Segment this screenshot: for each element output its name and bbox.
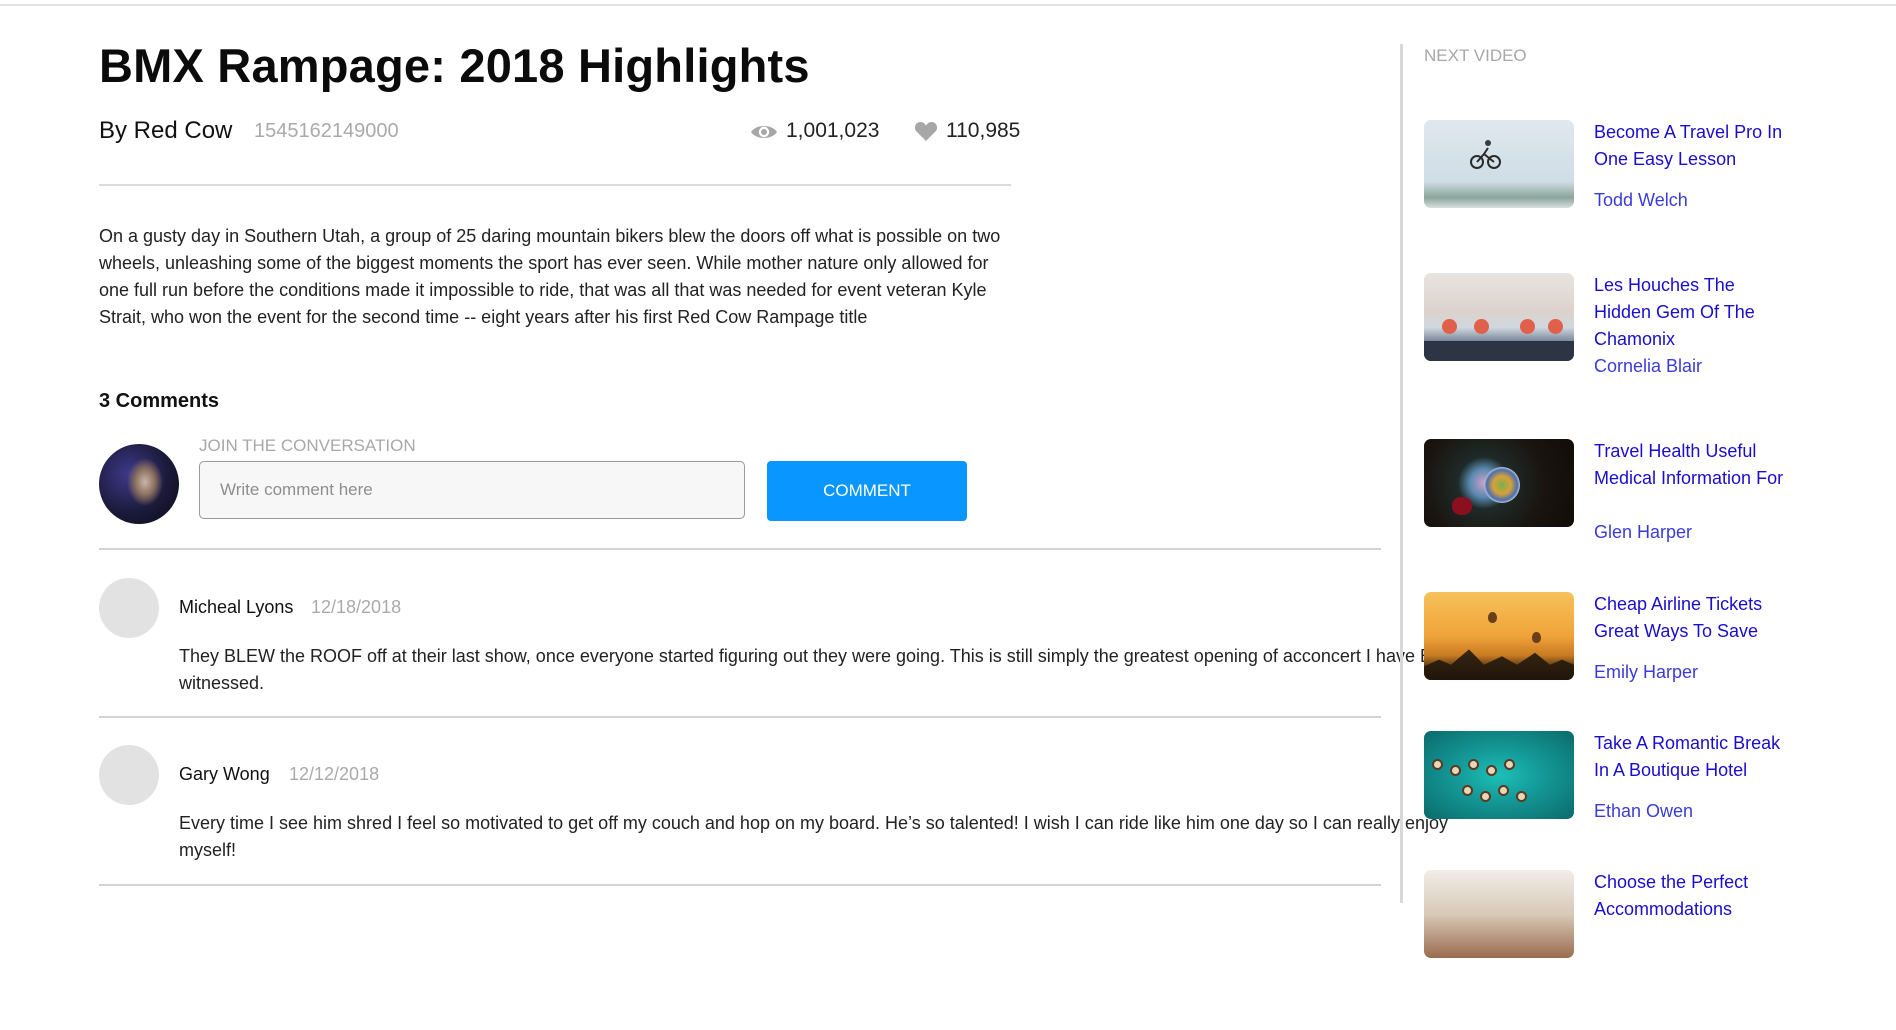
hut-shape xyxy=(1470,761,1477,768)
video-meta: By Red Cow 1545162149000 1,001,023 110,9… xyxy=(99,113,1020,149)
comment-text: Every time I see him shred I feel so mot… xyxy=(179,813,1448,860)
sidebar-divider xyxy=(1400,44,1403,903)
video-title: BMX Rampage: 2018 Highlights xyxy=(99,39,810,92)
views-stat: 1,001,023 xyxy=(750,119,879,143)
top-divider xyxy=(0,4,1896,6)
video-thumbnail[interactable] xyxy=(1424,273,1574,361)
next-video-author[interactable]: Ethan Owen xyxy=(1594,801,1693,822)
comment-author[interactable]: Gary Wong xyxy=(179,764,270,785)
comment-submit-button[interactable]: COMMENT xyxy=(767,461,967,521)
balloon-shape xyxy=(1488,612,1497,623)
lantern-shape xyxy=(1442,319,1457,334)
comment-item: Gary Wong 12/12/2018 Every time I see hi… xyxy=(99,745,1448,865)
video-thumbnail[interactable] xyxy=(1424,120,1574,208)
next-video-item[interactable]: Cheap Airline Tickets Great Ways To Save… xyxy=(1424,592,1864,752)
eye-icon xyxy=(751,126,777,138)
video-thumbnail[interactable] xyxy=(1424,731,1574,819)
next-video-item[interactable]: Become A Travel Pro In One Easy Lesson T… xyxy=(1424,120,1864,280)
hut-shape xyxy=(1452,767,1459,774)
next-video-item[interactable]: Les Houches The Hidden Gem Of The Chamon… xyxy=(1424,273,1864,433)
next-video-label: NEXT VIDEO xyxy=(1424,46,1527,65)
heart-icon[interactable] xyxy=(914,120,938,142)
comment-input[interactable] xyxy=(199,461,745,519)
hut-shape xyxy=(1506,761,1513,768)
next-video-title[interactable]: Choose the Perfect Accommodations xyxy=(1594,869,1794,923)
likes-stat[interactable]: 110,985 xyxy=(914,119,1020,143)
views-count: 1,001,023 xyxy=(786,119,880,142)
next-video-title[interactable]: Become A Travel Pro In One Easy Lesson xyxy=(1594,119,1794,173)
comment-divider xyxy=(99,884,1381,886)
comment-date: 12/18/2018 xyxy=(311,597,402,617)
hut-shape xyxy=(1434,761,1441,768)
video-thumbnail[interactable] xyxy=(1424,439,1574,527)
hut-shape xyxy=(1500,787,1507,794)
bmx-rider-icon xyxy=(1470,140,1501,169)
video-thumbnail[interactable] xyxy=(1424,870,1574,958)
next-video-title[interactable]: Les Houches The Hidden Gem Of The Chamon… xyxy=(1594,272,1794,353)
hut-shape xyxy=(1482,793,1489,800)
railing-shape xyxy=(1424,341,1574,361)
comments-divider xyxy=(99,548,1381,550)
smoothie-bowl-shape xyxy=(1484,467,1520,503)
video-thumbnail[interactable] xyxy=(1424,592,1574,680)
next-video-author[interactable]: Todd Welch xyxy=(1594,190,1688,211)
join-conversation-label: JOIN THE CONVERSATION xyxy=(199,436,416,455)
comment-avatar xyxy=(99,578,159,638)
next-video-author[interactable]: Emily Harper xyxy=(1594,662,1698,683)
next-video-item[interactable]: Choose the Perfect Accommodations xyxy=(1424,870,1864,1030)
balloon-shape xyxy=(1532,632,1541,643)
meta-divider xyxy=(99,184,1011,186)
video-timestamp: 1545162149000 xyxy=(254,120,399,142)
next-video-author[interactable]: Glen Harper xyxy=(1594,522,1692,543)
comment-divider xyxy=(99,716,1381,718)
lantern-shape xyxy=(1474,319,1489,334)
lantern-shape xyxy=(1520,319,1535,334)
next-video-title[interactable]: Take A Romantic Break In A Boutique Hote… xyxy=(1594,730,1794,784)
next-video-item[interactable]: Travel Health Useful Medical Information… xyxy=(1424,439,1864,599)
next-video-title[interactable]: Cheap Airline Tickets Great Ways To Save xyxy=(1594,591,1794,645)
lantern-shape xyxy=(1548,319,1563,334)
pomegranate-shape xyxy=(1452,497,1472,515)
video-description: On a gusty day in Southern Utah, a group… xyxy=(99,226,1001,327)
comments-count: 3 Comments xyxy=(99,390,220,412)
comment-author[interactable]: Micheal Lyons xyxy=(179,597,293,618)
hut-shape xyxy=(1518,793,1525,800)
next-video-title[interactable]: Travel Health Useful Medical Information… xyxy=(1594,438,1794,492)
comment-text: They BLEW the ROOF off at their last sho… xyxy=(179,646,1469,693)
next-video-item[interactable]: Take A Romantic Break In A Boutique Hote… xyxy=(1424,731,1864,891)
hut-shape xyxy=(1488,767,1495,774)
next-video-author[interactable]: Cornelia Blair xyxy=(1594,356,1702,377)
comment-item: Micheal Lyons 12/18/2018 They BLEW the R… xyxy=(99,578,1469,698)
current-user-avatar xyxy=(99,444,179,524)
hut-shape xyxy=(1464,787,1471,794)
temples-silhouette xyxy=(1424,649,1574,680)
likes-count: 110,985 xyxy=(946,119,1021,142)
comment-avatar xyxy=(99,745,159,805)
comment-date: 12/12/2018 xyxy=(289,764,380,784)
video-byline[interactable]: By Red Cow xyxy=(99,117,232,145)
